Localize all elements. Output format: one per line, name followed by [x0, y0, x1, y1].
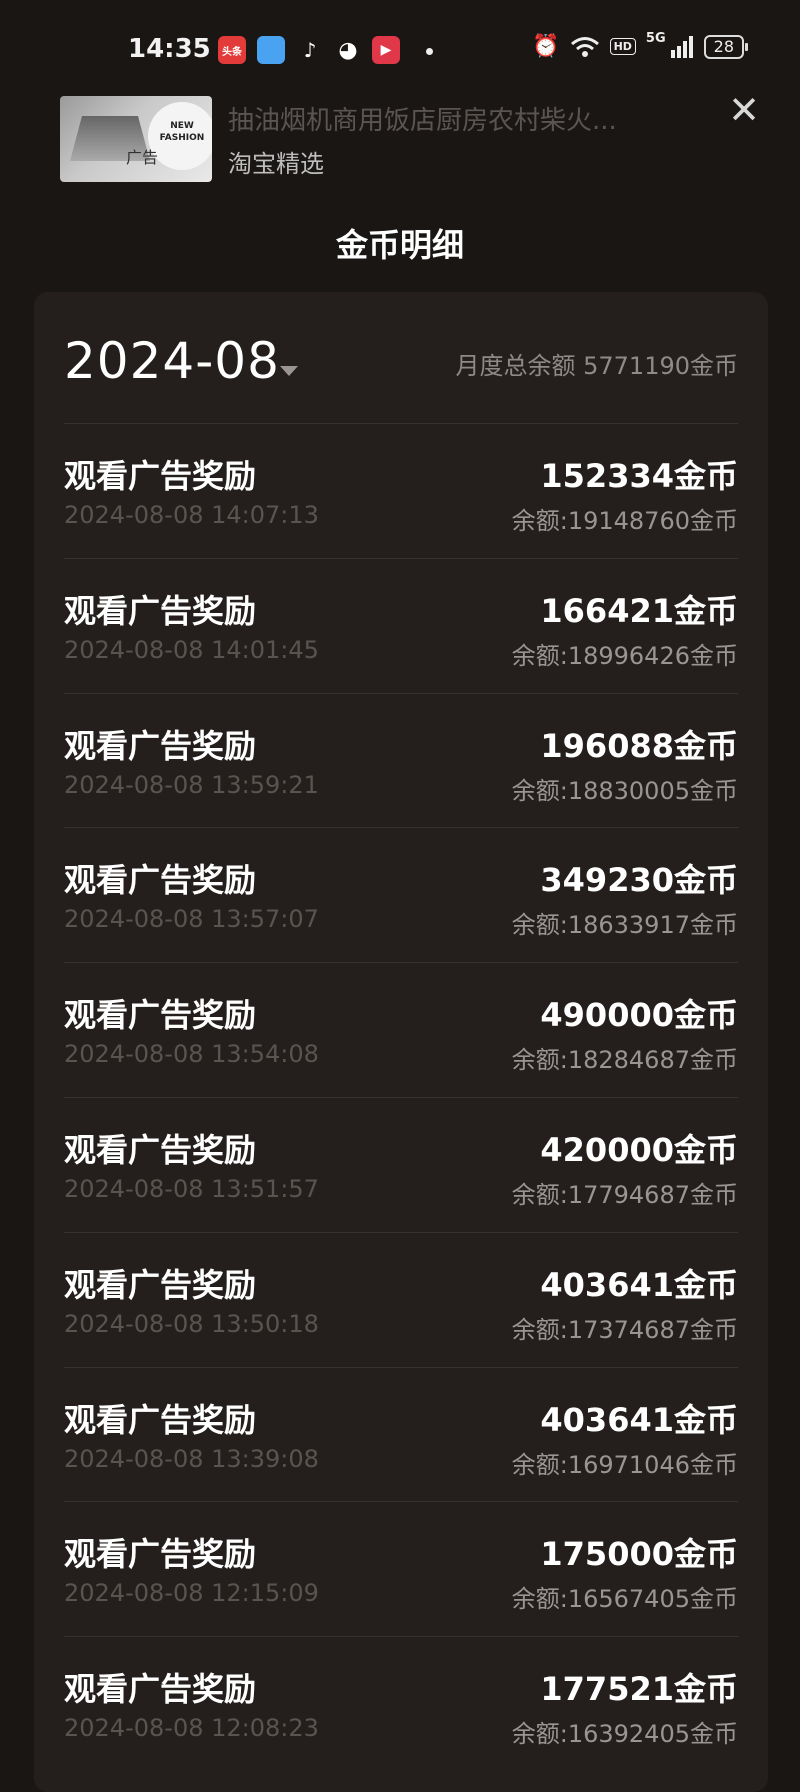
- ad-title[interactable]: 抽油烟机商用饭店厨房农村柴火...: [228, 100, 698, 137]
- record-title: 观看广告奖励: [64, 996, 257, 1035]
- month-selector-row: 2024-08 月度总余额 5771190金币: [64, 332, 738, 396]
- record-balance: 余额:17794687金币: [511, 1181, 738, 1209]
- record-row[interactable]: 观看广告奖励 2024-08-08 13:50:18 403641金币余额:1737…: [64, 1232, 738, 1366]
- blue-app-icon: [257, 36, 285, 64]
- record-balance: 余额:18284687金币: [511, 1046, 738, 1075]
- record-amount: 490000金币: [540, 996, 738, 1035]
- record-row[interactable]: 观看广告奖励 2024-08-08 13:54:08 490000金币余额:1828…: [64, 962, 738, 1096]
- record-title: 观看广告奖励: [64, 1265, 257, 1304]
- monthly-balance-summary: 月度总余额 5771190金币: [455, 352, 738, 380]
- record-amount: 403641金币: [540, 1265, 738, 1304]
- record-amount: 403641金币: [540, 1400, 738, 1439]
- caret-down-icon[interactable]: [280, 366, 298, 376]
- record-amount: 177521金币: [540, 1670, 738, 1709]
- record-row[interactable]: 观看广告奖励 2024-08-08 13:39:08 403641金币余额:1697…: [64, 1367, 738, 1501]
- status-right: ⏰ HD 5G 28: [532, 31, 749, 59]
- ad-thumbnail[interactable]: NEW FASHION 广告: [60, 96, 212, 182]
- close-icon[interactable]: ✕: [726, 91, 762, 129]
- record-time: 2024-08-08 14:07:13: [64, 501, 319, 529]
- record-amount: 166421金币: [540, 591, 738, 630]
- record-row[interactable]: 观看广告奖励 2024-08-08 13:51:57 420000金币余额:1779…: [64, 1097, 738, 1231]
- record-balance: 余额:16971046金币: [511, 1450, 738, 1479]
- record-balance: 余额:16392405金币: [511, 1720, 738, 1749]
- video-app-icon: ▶: [372, 36, 400, 64]
- record-amount: 175000金币: [540, 1535, 738, 1574]
- record-title: 观看广告奖励: [64, 1400, 257, 1439]
- wechat-icon: ◕: [338, 37, 358, 63]
- record-title: 观看广告奖励: [64, 457, 257, 495]
- record-title: 观看广告奖励: [64, 726, 257, 765]
- record-time: 2024-08-08 13:50:18: [64, 1309, 319, 1338]
- record-balance: 余额:17374687金币: [511, 1315, 738, 1344]
- record-time: 2024-08-08 13:57:07: [64, 905, 319, 934]
- notification-dot-icon: [426, 48, 433, 55]
- record-time: 2024-08-08 14:01:45: [64, 635, 319, 664]
- hd-icon: HD: [609, 38, 636, 55]
- record-time: 2024-08-08 12:15:09: [64, 1579, 319, 1608]
- record-amount: 420000金币: [540, 1131, 738, 1169]
- wifi-icon: [570, 36, 599, 57]
- record-time: 2024-08-08 13:59:21: [64, 770, 319, 799]
- alarm-icon: ⏰: [532, 34, 560, 59]
- record-row[interactable]: 观看广告奖励 2024-08-08 13:57:07 349230金币余额:1863…: [64, 827, 738, 961]
- record-balance: 余额:19148760金币: [511, 507, 738, 535]
- record-row[interactable]: 观看广告奖励 2024-08-08 14:01:45 166421金币余额:1899…: [64, 558, 738, 692]
- record-row[interactable]: 观看广告奖励 2024-08-08 14:07:13 152334金币余额:1914…: [64, 423, 738, 557]
- record-time: 2024-08-08 13:54:08: [64, 1040, 319, 1069]
- record-time: 2024-08-08 12:08:23: [64, 1714, 319, 1743]
- record-title: 观看广告奖励: [64, 1131, 257, 1169]
- record-amount: 349230金币: [540, 861, 738, 900]
- network-label: 5G: [645, 31, 666, 46]
- record-row[interactable]: 观看广告奖励 2024-08-08 12:15:09 175000金币余额:1656…: [64, 1501, 738, 1635]
- coin-detail-card: 2024-08 月度总余额 5771190金币 观看广告奖励 2024-08-08…: [34, 292, 768, 1792]
- record-row[interactable]: 观看广告奖励 2024-08-08 13:59:21 196088金币余额:1883…: [64, 693, 738, 827]
- battery-icon: 28: [703, 34, 749, 59]
- record-balance: 余额:18830005金币: [511, 776, 738, 805]
- signal-icon: [670, 35, 693, 58]
- tiktok-icon: ♪: [303, 38, 317, 62]
- month-selector[interactable]: 2024-08: [64, 332, 280, 390]
- status-time: 14:35: [128, 34, 211, 64]
- record-title: 观看广告奖励: [64, 591, 257, 630]
- record-time: 2024-08-08 13:51:57: [64, 1175, 319, 1203]
- record-title: 观看广告奖励: [64, 861, 257, 900]
- ad-subtitle: 淘宝精选: [228, 150, 324, 178]
- record-row[interactable]: 观看广告奖励 2024-08-08 12:08:23 177521金币余额:1639…: [64, 1636, 738, 1770]
- record-balance: 余额:16567405金币: [511, 1585, 738, 1614]
- record-balance: 余额:18996426金币: [511, 641, 738, 670]
- ad-banner[interactable]: NEW FASHION 广告 抽油烟机商用饭店厨房农村柴火... 淘宝精选 ✕: [60, 91, 760, 184]
- record-title: 观看广告奖励: [64, 1535, 257, 1574]
- ad-tag: 广告: [126, 148, 159, 167]
- toutiao-icon: 头条: [218, 36, 246, 64]
- status-bar: 14:35 头条 ♪ ◕ ▶ ⏰ HD 5G 28: [0, 0, 800, 100]
- record-time: 2024-08-08 13:39:08: [64, 1444, 319, 1473]
- record-amount: 196088金币: [540, 726, 738, 765]
- record-balance: 余额:18633917金币: [511, 911, 738, 940]
- record-amount: 152334金币: [540, 457, 738, 495]
- page-title: 金币明细: [335, 226, 464, 264]
- record-title: 观看广告奖励: [64, 1670, 257, 1709]
